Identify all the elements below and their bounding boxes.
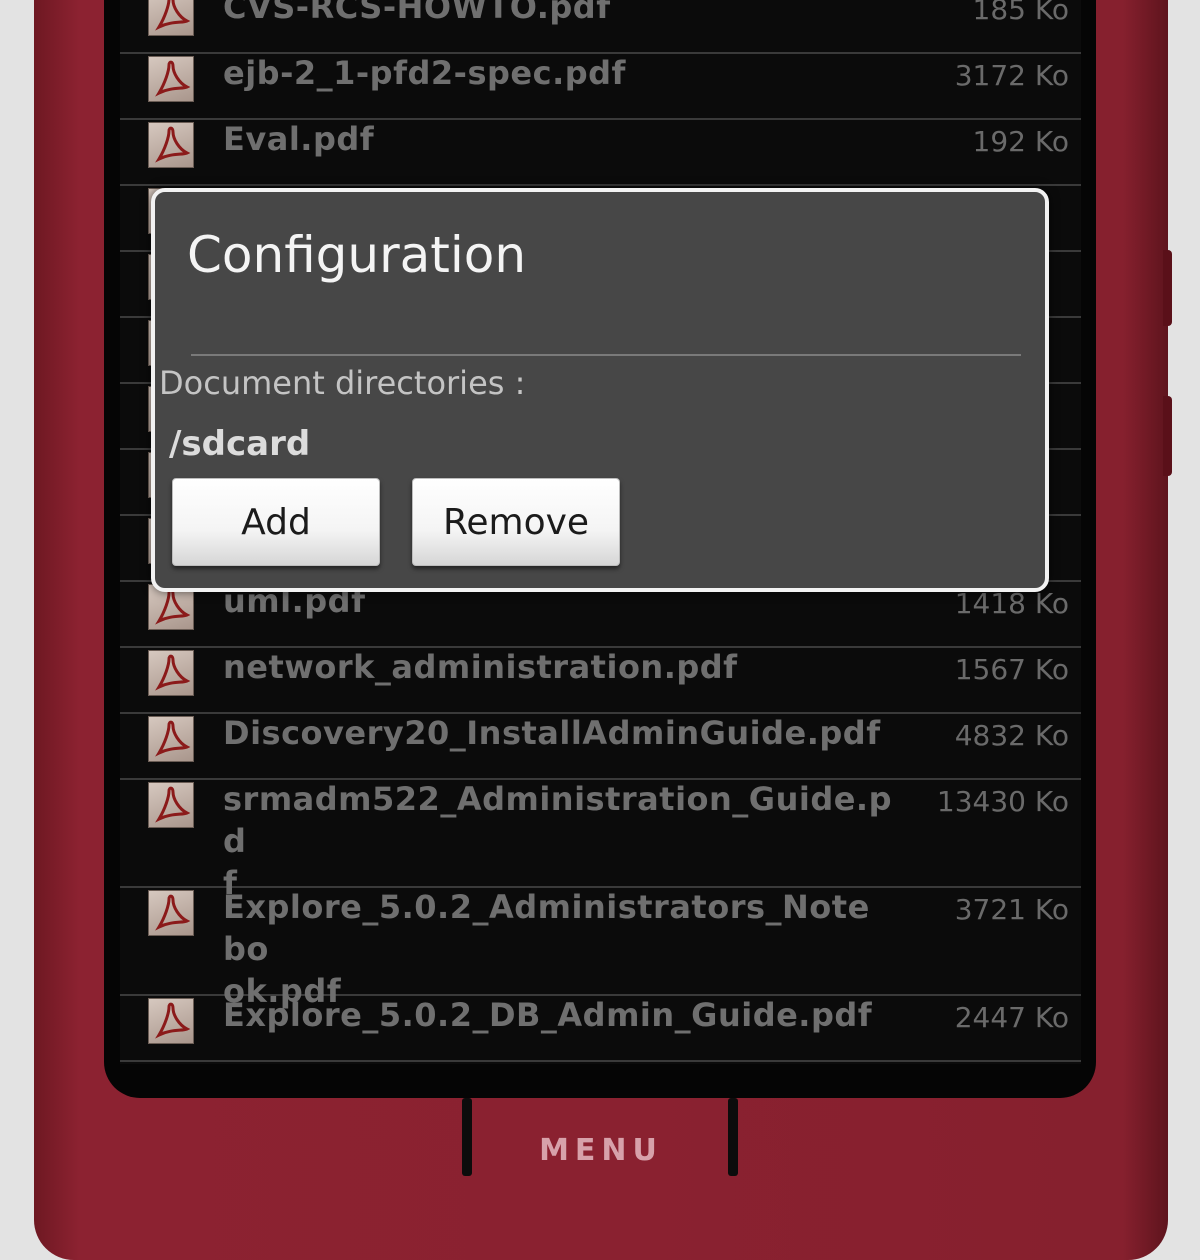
file-name: Explore_5.0.2_DB_Admin_Guide.pdf	[223, 996, 873, 1034]
pdf-icon	[148, 0, 194, 36]
directory-item[interactable]: /sdcard	[169, 424, 310, 464]
file-size: 13430 Ko	[936, 785, 1069, 818]
file-row[interactable]: network_administration.pdf 1567 Ko	[120, 648, 1081, 714]
file-size: 1567 Ko	[954, 653, 1069, 686]
menu-divider-left	[462, 1098, 472, 1176]
file-size: 3172 Ko	[954, 59, 1069, 92]
configuration-dialog: Configuration Document directories : /sd…	[151, 188, 1049, 592]
file-row[interactable]: Explore_5.0.2_Administrators_Notebo ok.p…	[120, 888, 1081, 1010]
file-row[interactable]: Explore_5.0.2_DB_Admin_Guide.pdf 2447 Ko	[120, 996, 1081, 1062]
file-size: 192 Ko	[972, 125, 1069, 158]
file-size: 3721 Ko	[954, 893, 1069, 926]
pdf-icon	[148, 998, 194, 1044]
add-button[interactable]: Add	[172, 478, 380, 566]
pdf-icon	[148, 122, 194, 168]
side-button-bottom[interactable]	[1163, 396, 1172, 476]
dialog-title: Configuration	[187, 226, 527, 284]
pdf-icon	[148, 716, 194, 762]
remove-button[interactable]: Remove	[412, 478, 620, 566]
pdf-icon	[148, 56, 194, 102]
file-size: 2447 Ko	[954, 1001, 1069, 1034]
side-button-top[interactable]	[1163, 250, 1172, 326]
file-size: 4832 Ko	[954, 719, 1069, 752]
file-name: CVS-RCS-HOWTO.pdf	[223, 0, 611, 26]
file-name: ejb-2_1-pfd2-spec.pdf	[223, 54, 626, 92]
pdf-icon	[148, 650, 194, 696]
file-row[interactable]: Eval.pdf 192 Ko	[120, 120, 1081, 186]
file-row[interactable]: srmadm522_Administration_Guide.pd f 13430…	[120, 780, 1081, 902]
directories-label: Document directories :	[159, 364, 526, 402]
file-name: Discovery20_InstallAdminGuide.pdf	[223, 714, 881, 752]
file-row[interactable]: ejb-2_1-pfd2-spec.pdf 3172 Ko	[120, 54, 1081, 120]
menu-button[interactable]: MENU	[476, 1100, 726, 1200]
file-row[interactable]: CVS-RCS-HOWTO.pdf 185 Ko	[120, 0, 1081, 54]
menu-divider-right	[728, 1098, 738, 1176]
pdf-icon	[148, 890, 194, 936]
pdf-icon	[148, 782, 194, 828]
file-name: Eval.pdf	[223, 120, 375, 158]
file-row[interactable]: Discovery20_InstallAdminGuide.pdf 4832 Ko	[120, 714, 1081, 780]
dialog-divider	[191, 354, 1021, 356]
file-size: 185 Ko	[972, 0, 1069, 26]
file-name: network_administration.pdf	[223, 648, 738, 686]
